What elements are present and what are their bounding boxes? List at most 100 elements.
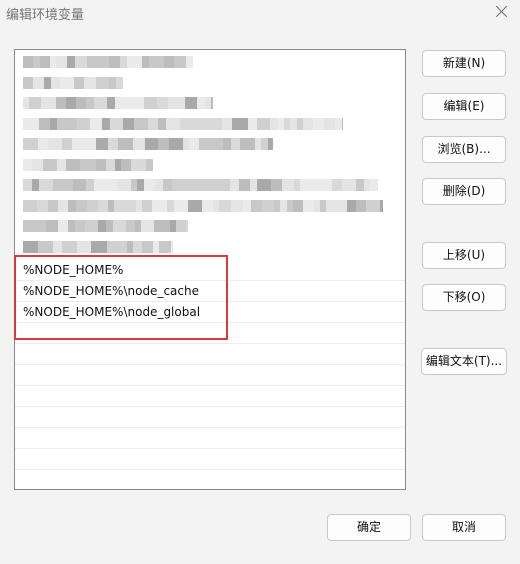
blur-pixel [149,56,164,68]
blur-pixel [98,199,108,212]
blur-pixel [29,117,39,130]
blurred-line [23,97,213,109]
close-icon[interactable] [492,2,512,22]
blur-pixel [76,199,87,212]
move-down-button[interactable]: 下移(O) [422,284,506,311]
blur-pixel [84,76,96,89]
blur-pixel [370,179,378,191]
blur-pixel [271,179,282,191]
blur-pixel [342,117,343,130]
blur-pixel [57,158,66,171]
edit-text-button[interactable]: 编辑文本(T)... [421,348,507,375]
blur-pixel [102,117,110,130]
blur-pixel [57,117,71,130]
blur-pixel [142,56,149,68]
blur-pixel [75,220,85,232]
blur-pixel [164,56,174,68]
blur-pixel [76,97,86,109]
blur-pixel [243,199,251,212]
blur-pixel [240,138,255,150]
blur-pixel [121,158,131,171]
blur-pixel [211,138,223,150]
blur-pixel [187,179,200,191]
blur-pixel [120,56,127,68]
blur-pixel [116,76,123,89]
blur-pixel [68,199,76,212]
list-item-empty[interactable] [15,386,405,407]
blur-pixel [152,199,167,212]
blurred-entries [19,50,391,258]
move-up-button[interactable]: 上移(U) [422,242,506,269]
edit-button[interactable]: 编辑(E) [422,93,506,120]
blur-pixel [146,158,153,171]
blur-pixel [324,117,335,130]
blur-pixel [188,199,202,212]
blur-pixel [257,179,271,191]
cancel-button[interactable]: 取消 [422,514,506,541]
blur-pixel [41,97,56,109]
blur-pixel [100,240,107,253]
blur-pixel [326,199,333,212]
blur-pixel [86,158,96,171]
new-button[interactable]: 新建(N) [422,50,506,77]
blur-pixel [23,158,32,171]
blur-pixel [155,179,163,191]
blur-pixel [85,138,96,150]
blurred-line [23,179,378,191]
blur-pixel [91,240,100,253]
blur-pixel [43,158,57,171]
blur-pixel [347,199,356,212]
blur-pixel [137,179,144,191]
blurred-line [23,220,188,232]
list-item-empty[interactable] [15,428,405,449]
blur-pixel [282,179,294,191]
blur-pixel [366,199,380,212]
blur-pixel [126,220,135,232]
blur-pixel [200,117,212,130]
blur-pixel [144,97,157,109]
blur-pixel [303,117,313,130]
blur-pixel [66,76,74,89]
blur-pixel [303,199,314,212]
blur-pixel [380,199,383,212]
blur-pixel [186,56,193,68]
blur-pixel [197,97,205,109]
list-item-empty[interactable] [15,344,405,365]
blur-pixel [262,199,274,212]
blur-pixel [46,220,58,232]
blur-pixel [176,220,186,232]
blur-pixel [62,138,72,150]
blur-pixel [97,56,109,68]
blurred-line [23,76,123,89]
blurred-line [23,138,273,150]
blur-pixel [212,117,222,130]
blurred-line [23,56,193,68]
blur-pixel [174,56,186,68]
list-item-empty[interactable] [15,365,405,386]
blur-pixel [32,179,39,191]
blur-pixel [118,240,127,253]
ok-button[interactable]: 确定 [327,514,411,541]
blur-pixel [158,117,166,130]
blur-pixel [77,117,90,130]
browse-button[interactable]: 浏览(B)... [422,136,506,163]
blur-pixel [74,76,84,89]
list-item-empty[interactable] [15,407,405,428]
blur-pixel [215,179,230,191]
blur-pixel [270,117,278,130]
blur-pixel [73,179,86,191]
title-bar: 编辑环境变量 [0,0,520,28]
blur-pixel [62,240,77,253]
blur-pixel [58,220,68,232]
blur-pixel [200,179,208,191]
list-item-empty[interactable] [15,470,405,489]
blur-pixel [268,138,273,150]
blur-pixel [108,138,118,150]
blur-pixel [172,117,180,130]
list-item-empty[interactable] [15,449,405,470]
blur-pixel [222,117,232,130]
blur-pixel [333,199,340,212]
delete-button[interactable]: 删除(D) [422,178,506,205]
blur-pixel [185,97,197,109]
blur-pixel [67,56,75,68]
